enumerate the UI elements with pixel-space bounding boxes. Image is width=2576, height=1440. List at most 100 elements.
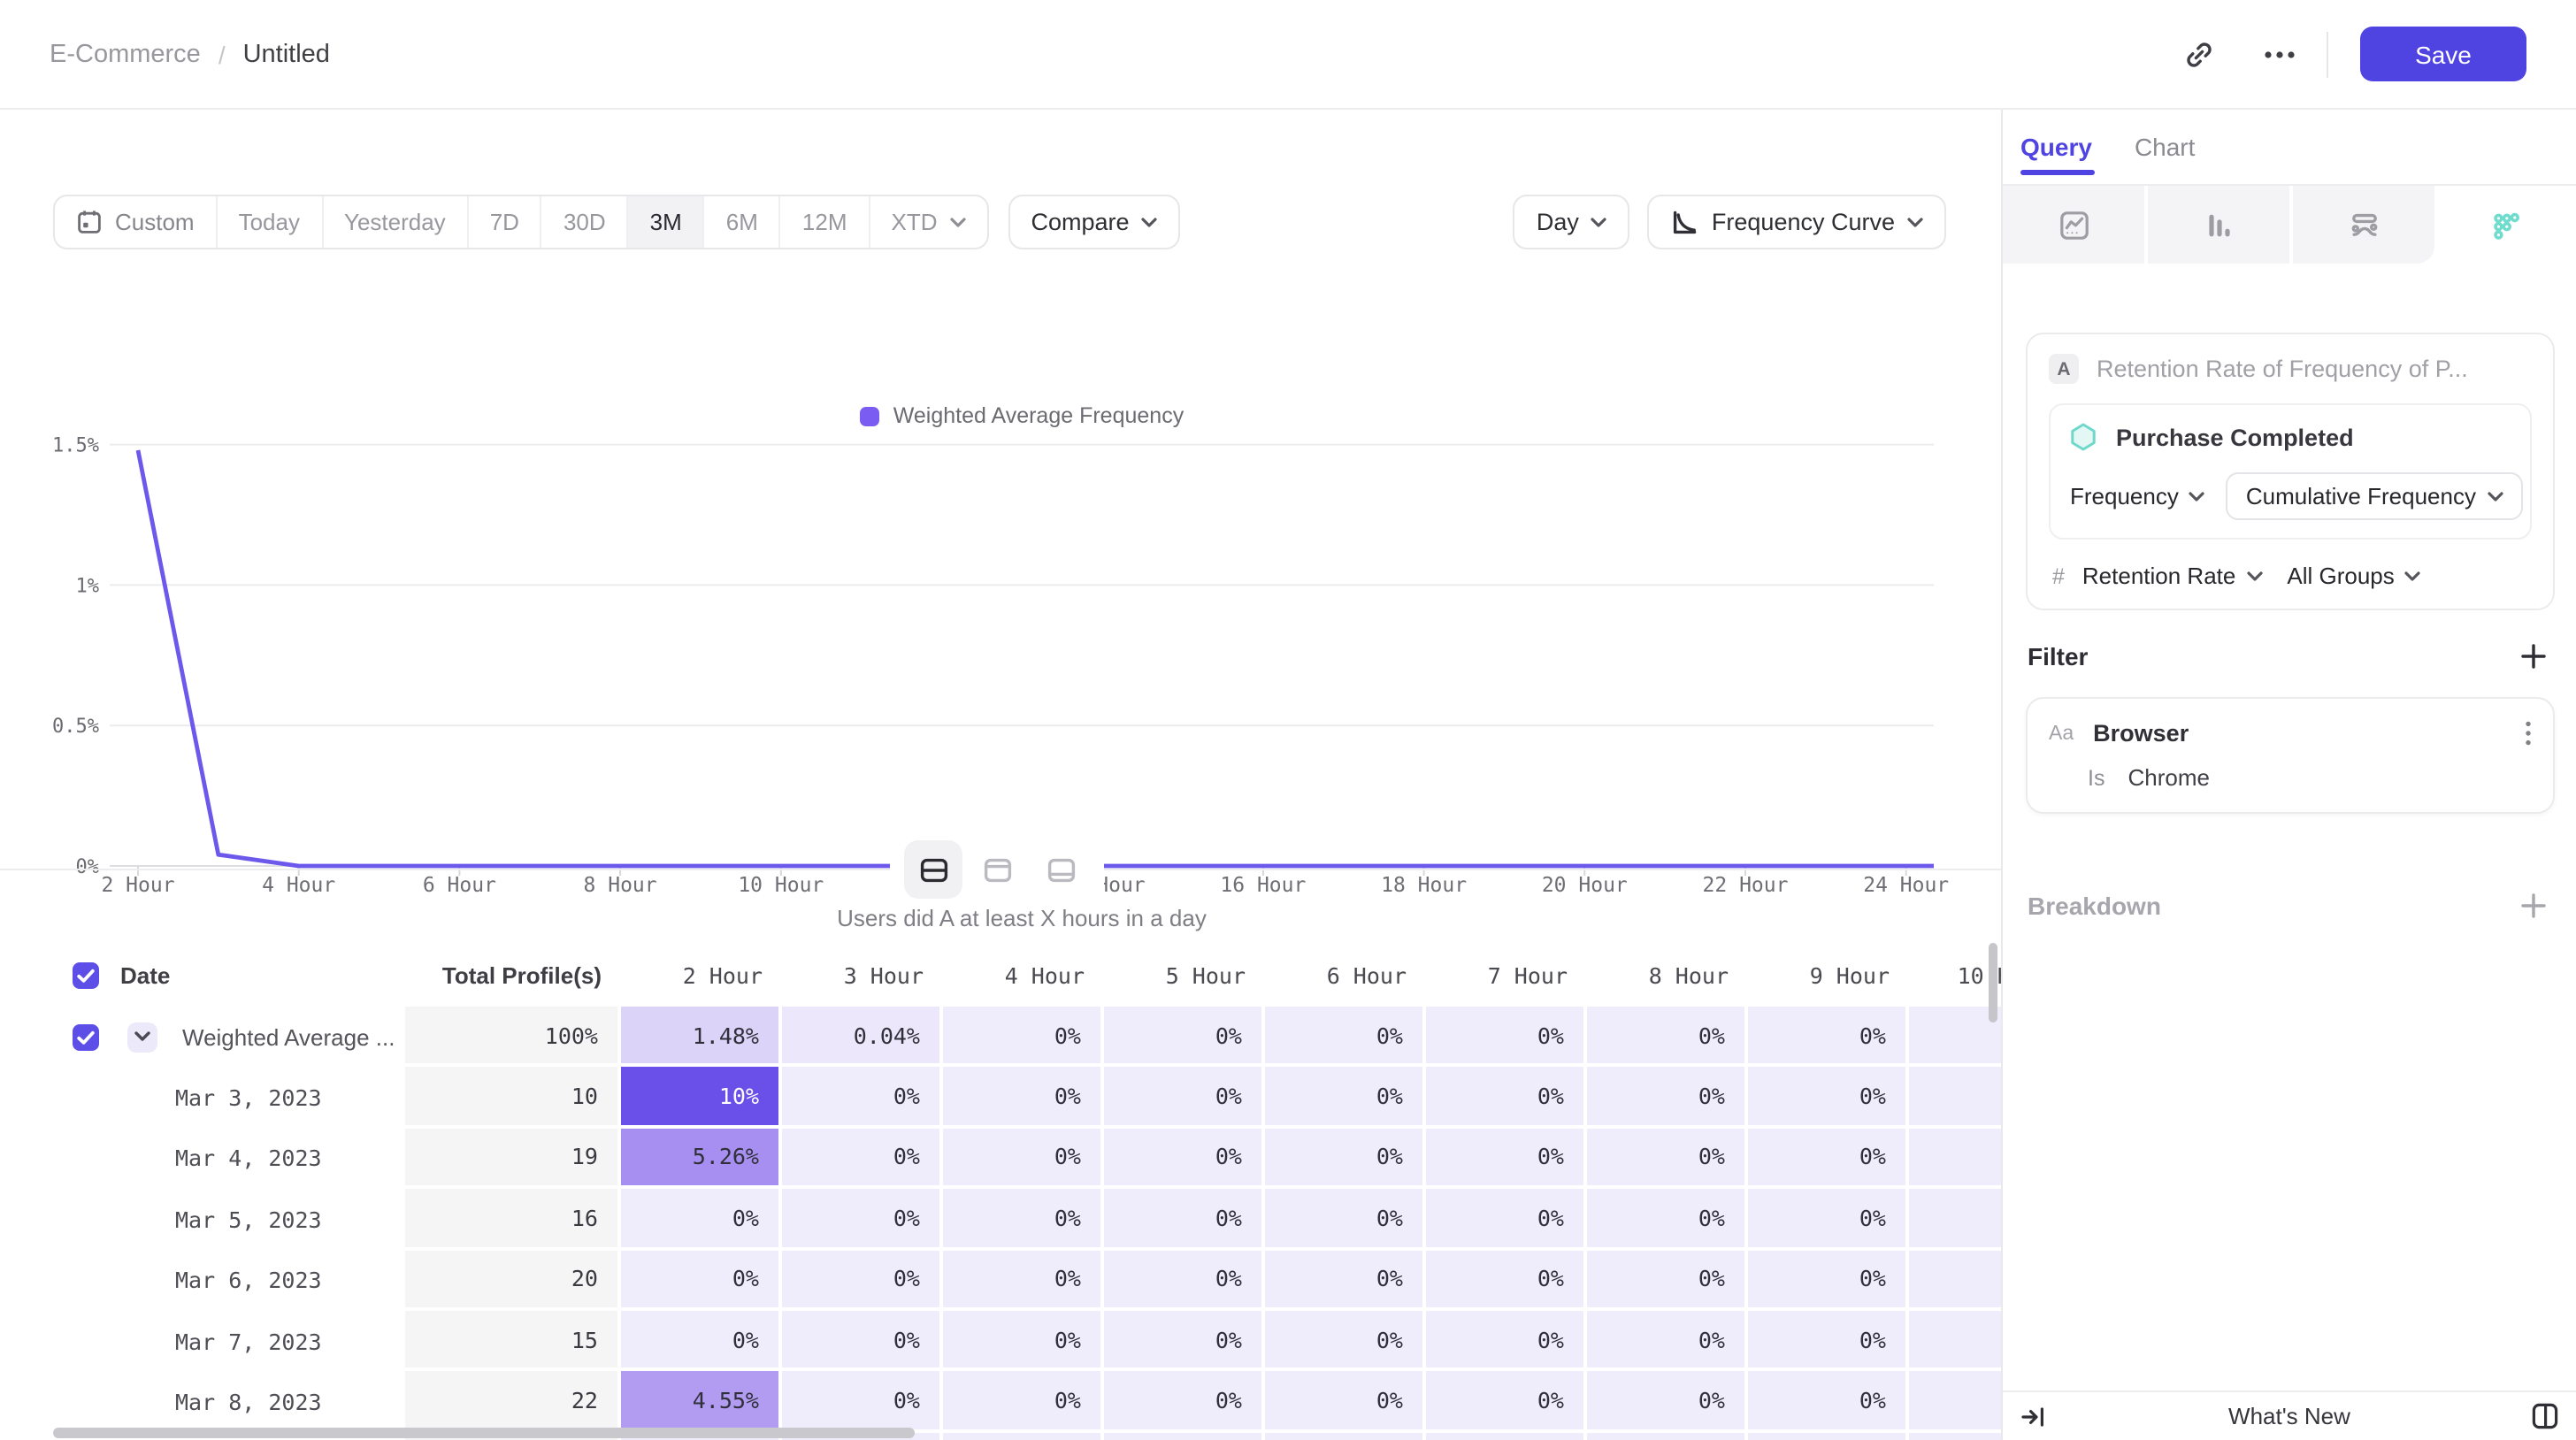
filter-value[interactable]: Chrome xyxy=(2128,764,2210,791)
filter-options-icon[interactable] xyxy=(2525,720,2532,747)
chevron-down-icon xyxy=(950,217,966,227)
row-date: Mar 8, 2023 xyxy=(106,1389,322,1415)
column-header-6-hour[interactable]: 6 Hour xyxy=(1265,961,1426,988)
retention-cell: 0% xyxy=(1426,1007,1587,1068)
frequency-label: Frequency xyxy=(2070,483,2179,509)
chart-only-view-icon[interactable] xyxy=(968,840,1026,899)
date-range-controls: Custom TodayYesterday7D30D3M 6M 12M XTD Comp… xyxy=(53,195,1181,249)
column-header-10-hour[interactable]: 10 Hour xyxy=(1909,961,2001,988)
range-6m[interactable]: 6M xyxy=(705,196,781,248)
row-label: Weighted Average ... xyxy=(182,1023,395,1050)
retention-cell xyxy=(943,1432,1104,1440)
add-filter-icon[interactable] xyxy=(2521,644,2546,669)
table-only-view-icon[interactable] xyxy=(1031,840,1090,899)
range-yesterday[interactable]: Yesterday xyxy=(323,196,469,248)
column-header-4-hour[interactable]: 4 Hour xyxy=(943,961,1104,988)
tab-query[interactable]: Query xyxy=(2020,110,2092,184)
expand-row-icon[interactable] xyxy=(127,1022,157,1052)
metric-dropdown[interactable]: Retention Rate xyxy=(2082,563,2262,589)
retention-cell xyxy=(1104,1432,1265,1440)
row-checkbox[interactable] xyxy=(73,1023,99,1050)
panel-tabs: Query Chart xyxy=(2003,110,2576,186)
range-label: 6M xyxy=(726,209,758,235)
retention-cell: 0% xyxy=(1748,1007,1909,1068)
chevron-down-icon xyxy=(2405,571,2421,581)
column-header-date[interactable]: Date xyxy=(106,961,405,988)
retention-cell: 4.55% xyxy=(621,1372,782,1433)
date-cell: Mar 4, 2023 xyxy=(106,1129,405,1190)
range-label: Custom xyxy=(115,209,195,235)
report-toolbar: Custom TodayYesterday7D30D3M 6M 12M XTD Comp… xyxy=(53,195,1946,249)
range-30d[interactable]: 30D xyxy=(542,196,629,248)
svg-text:20 Hour: 20 Hour xyxy=(1542,874,1628,897)
column-header-2-hour[interactable]: 2 Hour xyxy=(621,961,782,988)
table-row: Mar 4, 2023195.26%0%0%0%0%0%0%0% xyxy=(53,1129,2001,1190)
retention-cell: 0% xyxy=(1265,1250,1426,1311)
view-type-button[interactable]: Frequency Curve xyxy=(1648,195,1946,249)
add-breakdown-icon[interactable] xyxy=(2521,893,2546,918)
horizontal-scrollbar[interactable] xyxy=(53,1428,915,1438)
total-profiles-cell: 22 xyxy=(405,1372,621,1433)
more-options-icon[interactable] xyxy=(2265,50,2295,57)
retention-cell: 0% xyxy=(1104,1250,1265,1311)
event-selector[interactable]: Purchase Completed xyxy=(2070,423,2511,451)
groups-dropdown[interactable]: All Groups xyxy=(2287,563,2420,589)
range-3m[interactable]: 3M xyxy=(629,196,705,248)
retention-cell xyxy=(1909,1250,2001,1311)
split-view-icon[interactable] xyxy=(904,840,962,899)
svg-text:2 Hour: 2 Hour xyxy=(101,874,174,897)
retention-cell: 0% xyxy=(943,1250,1104,1311)
row-checkbox-cell xyxy=(53,1007,106,1068)
range-xtd[interactable]: XTD xyxy=(870,196,987,248)
breadcrumb-project[interactable]: E-Commerce xyxy=(50,40,201,68)
select-all-checkbox[interactable] xyxy=(73,961,99,988)
filter-card[interactable]: Aa Browser Is Chrome xyxy=(2026,697,2555,814)
column-header-5-hour[interactable]: 5 Hour xyxy=(1104,961,1265,988)
granularity-button[interactable]: Day xyxy=(1514,195,1630,249)
vertical-scrollbar[interactable] xyxy=(1989,943,1997,1023)
range-today[interactable]: Today xyxy=(218,196,323,248)
column-header-8-hour[interactable]: 8 Hour xyxy=(1587,961,1748,988)
panel-footer: What's New xyxy=(2003,1390,2576,1440)
date-cell: Mar 5, 2023 xyxy=(106,1189,405,1250)
retention-cell: 0% xyxy=(1587,1007,1748,1068)
tab-chart[interactable]: Chart xyxy=(2135,110,2195,184)
range-7d[interactable]: 7D xyxy=(469,196,542,248)
range-custom[interactable]: Custom xyxy=(55,196,218,248)
granularity-label: Day xyxy=(1537,209,1579,235)
breadcrumb-report-title[interactable]: Untitled xyxy=(243,40,330,68)
metric-name: Retention Rate xyxy=(2082,563,2235,589)
range-label: 12M xyxy=(802,209,847,235)
column-header-total-profile-s-[interactable]: Total Profile(s) xyxy=(405,961,621,988)
copy-link-icon[interactable] xyxy=(2183,38,2215,70)
query-series-card[interactable]: A Retention Rate of Frequency of P... Pu… xyxy=(2026,333,2555,610)
range-12m[interactable]: 12M xyxy=(781,196,870,248)
filter-operator[interactable]: Is xyxy=(2088,765,2104,790)
retention-cell: 0% xyxy=(943,1068,1104,1129)
svg-text:4 Hour: 4 Hour xyxy=(262,874,335,897)
bar-chart-type-icon[interactable] xyxy=(2144,186,2289,264)
retention-grid-type-icon[interactable] xyxy=(2434,186,2576,264)
breadcrumb-separator: / xyxy=(218,40,226,68)
line-chart-type-icon[interactable] xyxy=(2003,186,2144,264)
retention-cell: 0% xyxy=(1748,1250,1909,1311)
save-button[interactable]: Save xyxy=(2360,27,2526,81)
total-profiles-cell: 100% xyxy=(405,1007,621,1068)
retention-cell xyxy=(1909,1007,2001,1068)
whats-new-link[interactable]: What's New xyxy=(2003,1403,2576,1429)
filter-condition-row: Is Chrome xyxy=(2049,764,2532,791)
cumulative-frequency-dropdown[interactable]: Cumulative Frequency xyxy=(2227,472,2524,520)
frequency-dropdown[interactable]: Frequency xyxy=(2070,483,2205,509)
retention-cell: 0% xyxy=(782,1129,943,1190)
flow-chart-type-icon[interactable] xyxy=(2289,186,2434,264)
date-cell: Mar 6, 2023 xyxy=(106,1250,405,1311)
column-header-9-hour[interactable]: 9 Hour xyxy=(1748,961,1909,988)
retention-cell: 0% xyxy=(1587,1189,1748,1250)
compare-button[interactable]: Compare xyxy=(1008,195,1181,249)
retention-cell: 0% xyxy=(1426,1250,1587,1311)
table-row: Mar 7, 2023150%0%0%0%0%0%0%0% xyxy=(53,1311,2001,1372)
column-header-7-hour[interactable]: 7 Hour xyxy=(1426,961,1587,988)
column-header-3-hour[interactable]: 3 Hour xyxy=(782,961,943,988)
svg-text:8 Hour: 8 Hour xyxy=(584,874,657,897)
retention-cell: 0% xyxy=(782,1372,943,1433)
